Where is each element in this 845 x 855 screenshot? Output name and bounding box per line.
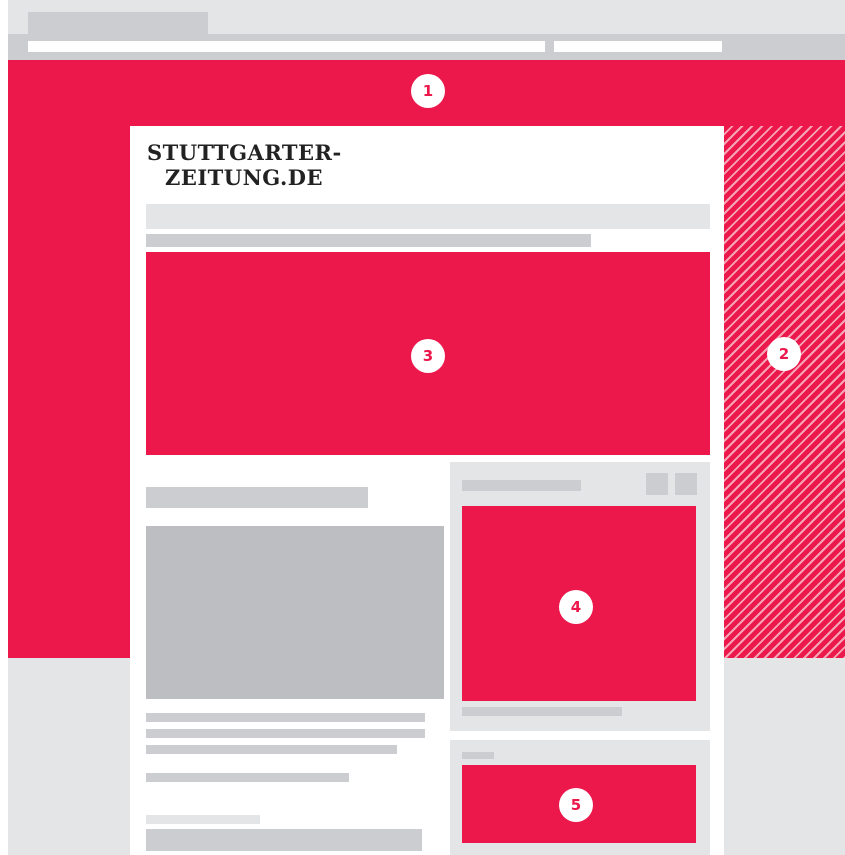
navigation-bar[interactable] — [146, 204, 710, 229]
article-text-line — [146, 745, 397, 754]
sidebar-caption-placeholder — [462, 707, 622, 716]
sidebar-control-button[interactable] — [646, 473, 668, 495]
site-logo[interactable]: STUTTGARTER- ZEITUNG.DE — [147, 140, 342, 190]
skyscraper-ad-area[interactable] — [724, 126, 845, 658]
browser-search-field[interactable] — [554, 41, 722, 52]
teaser-headline-placeholder[interactable] — [146, 829, 422, 851]
marker-3: 3 — [411, 339, 445, 373]
logo-line-1: STUTTGARTER- — [147, 140, 342, 165]
article-text-line — [146, 713, 425, 722]
sidebar-control-button[interactable] — [675, 473, 697, 495]
article-title-placeholder[interactable] — [146, 487, 368, 508]
article-text-line — [146, 729, 425, 738]
browser-tab[interactable] — [28, 12, 208, 34]
article-image-placeholder[interactable] — [146, 526, 444, 699]
marker-1: 1 — [411, 74, 445, 108]
sidebar-box-title-placeholder — [462, 480, 581, 491]
marker-5: 5 — [559, 788, 593, 822]
marker-4: 4 — [559, 590, 593, 624]
marker-2: 2 — [767, 337, 801, 371]
teaser-kicker-placeholder — [146, 815, 260, 824]
sidebar-label-placeholder — [462, 752, 494, 759]
address-bar[interactable] — [28, 41, 545, 52]
sub-navigation-bar[interactable] — [146, 234, 591, 247]
article-text-line — [146, 773, 349, 782]
logo-line-2: ZEITUNG.DE — [165, 165, 324, 190]
